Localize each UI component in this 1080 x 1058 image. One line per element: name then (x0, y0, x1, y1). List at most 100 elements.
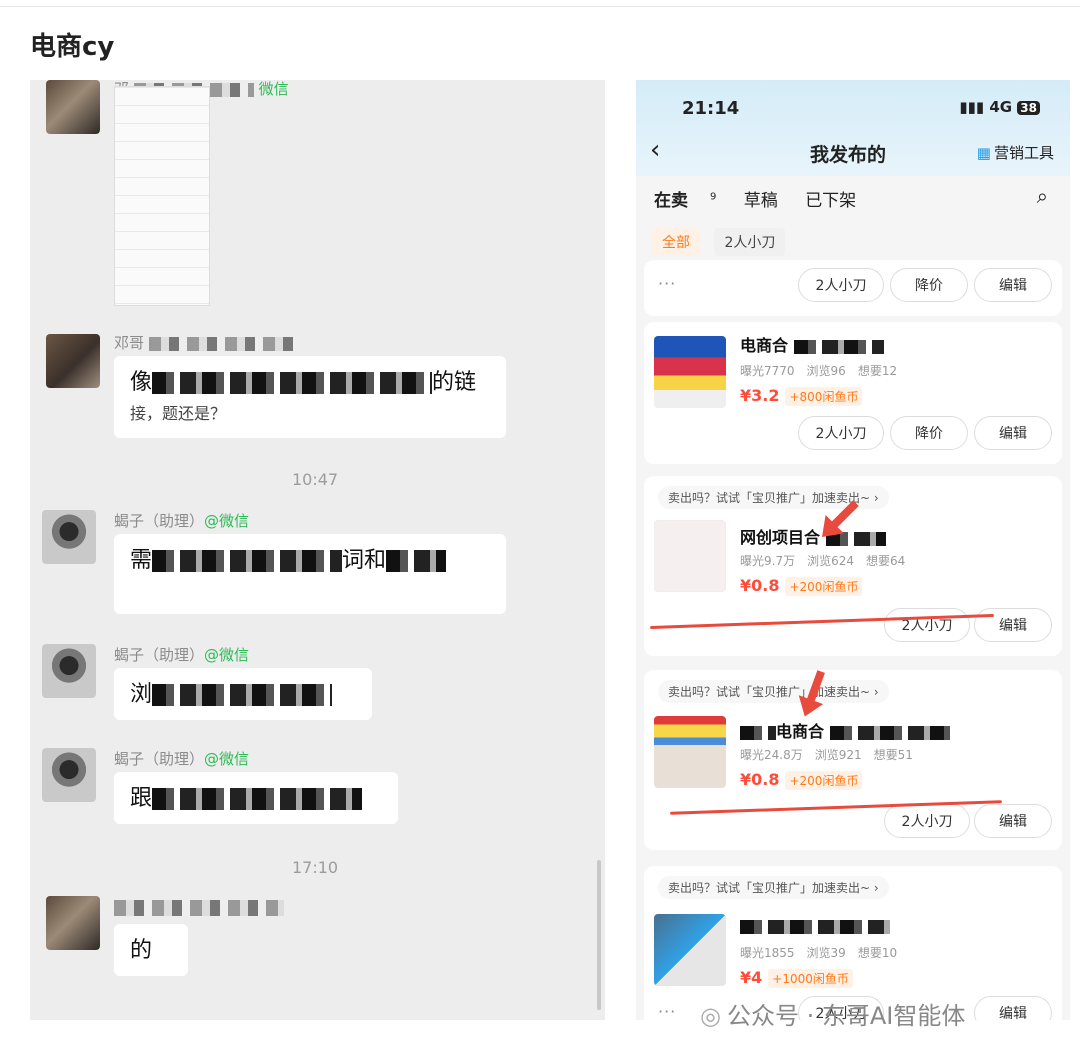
phone-screenshot: 21:14 ▮▮▮ 4G 38 ‹ 我发布的 ▦ 营销工具 在卖 9 草稿 已下架 … (636, 80, 1070, 1020)
message-bubble[interactable]: 跟 (114, 772, 398, 824)
chat-screenshot: 邓 微信 邓哥 像的链 接，题还是？ 10:47 蝎子（助理）@微信 需词和 蝎… (30, 80, 605, 1020)
page-heading: 我发布的 (810, 144, 887, 166)
promotion-hint[interactable]: 卖出吗？试试「宝贝推广」加速卖出~ › (658, 876, 889, 899)
filter-all[interactable]: 全部 (652, 228, 700, 256)
bargain-button[interactable]: 2人小刀 (798, 268, 884, 302)
network-label: 4G (989, 98, 1013, 116)
bargain-button[interactable]: 2人小刀 (884, 608, 970, 642)
product-price: ¥0.8 +200闲鱼币 (740, 576, 863, 596)
listing-card-previous: ··· 2人小刀 降价 编辑 (644, 260, 1062, 316)
chevron-left-icon[interactable]: ‹ (650, 136, 660, 164)
message-text: 需 (130, 548, 153, 573)
battery-icon: 38 (1017, 101, 1040, 115)
listing-card[interactable]: 卖出吗？试试「宝贝推广」加速卖出~ › 电商合 曝光24.8万 浏览921 想要51… (644, 670, 1062, 850)
sender-name-text: 邓哥 (114, 334, 145, 352)
product-stats: 曝光9.7万 浏览624 想要64 (740, 554, 906, 568)
message-bubble[interactable]: 的 (114, 924, 188, 976)
edit-button[interactable]: 编辑 (974, 416, 1052, 450)
message-text: 跟 (130, 786, 153, 811)
avatar (46, 334, 100, 388)
chat-timestamp: 10:47 (292, 470, 339, 489)
product-price: ¥0.8 +200闲鱼币 (740, 770, 863, 790)
marketing-tools-button[interactable]: ▦ 营销工具 (977, 142, 1054, 163)
search-icon[interactable]: ⌕ (1037, 184, 1048, 208)
avatar (42, 748, 96, 802)
product-title (740, 916, 890, 935)
reduce-price-button[interactable]: 降价 (890, 416, 968, 450)
page-title: 电商cy (30, 32, 115, 62)
wechat-tag: @微信 (204, 512, 250, 530)
redacted-mosaic (152, 788, 363, 810)
redacted-mosaic (114, 899, 284, 916)
message-text: 的 (130, 938, 153, 963)
more-icon[interactable]: ··· (658, 1002, 676, 1020)
product-title: 电商合 (740, 718, 950, 742)
edit-button[interactable]: 编辑 (974, 996, 1052, 1020)
filter-chips: 全部 2人小刀 (652, 228, 795, 256)
top-divider (0, 6, 1080, 7)
listing-card[interactable]: 电商合 曝光7770 浏览96 想要12 ¥3.2 +800闲鱼币 2人小刀 降价 编… (644, 322, 1062, 464)
status-indicators: ▮▮▮ 4G 38 (959, 98, 1040, 116)
watermark: ◎ 公众号 · 东哥AI智能体 (700, 1002, 966, 1030)
wechat-tag: @微信 (204, 646, 250, 664)
message-text: 词和 (342, 548, 387, 573)
more-icon[interactable]: ··· (658, 274, 676, 293)
avatar (42, 644, 96, 698)
reduce-price-button[interactable]: 降价 (890, 268, 968, 302)
product-stats: 曝光24.8万 浏览921 想要51 (740, 748, 913, 762)
redacted-mosaic (152, 684, 333, 706)
wechat-official-account-icon: ◎ (700, 1002, 721, 1030)
product-image (654, 520, 726, 592)
message-text: 的链 (432, 370, 477, 395)
tab-delisted[interactable]: 已下架 (805, 191, 856, 211)
sender-name: 蝎子（助理）@微信 (114, 644, 249, 665)
message-text: 像 (130, 370, 153, 395)
edit-button[interactable]: 编辑 (974, 268, 1052, 302)
product-stats: 曝光7770 浏览96 想要12 (740, 364, 898, 378)
listing-tabs: 在卖 9 草稿 已下架 (654, 186, 878, 211)
tab-on-sale[interactable]: 在卖 9 (654, 191, 716, 211)
product-image (654, 716, 726, 788)
image-message-thumbnail[interactable] (114, 86, 210, 306)
product-image (654, 336, 726, 408)
signal-icon: ▮▮▮ (959, 98, 985, 116)
sender-name-text: 蝎子（助理） (114, 750, 205, 768)
wechat-tag: @微信 (204, 750, 250, 768)
sender-name: 蝎子（助理）@微信 (114, 748, 249, 769)
message-bubble[interactable]: 浏 (114, 668, 372, 720)
product-title: 电商合 (740, 332, 884, 356)
message-bubble[interactable]: 像 的链 接，题还是？ (114, 356, 506, 438)
edit-button[interactable]: 编辑 (974, 804, 1052, 838)
avatar (46, 80, 100, 134)
product-price: ¥4 +1000闲鱼币 (740, 968, 853, 988)
grid-icon: ▦ (976, 144, 991, 162)
message-bubble[interactable]: 需 词和 (114, 534, 506, 614)
message-text: 浏 (130, 682, 153, 707)
bargain-button[interactable]: 2人小刀 (884, 804, 970, 838)
sender-name-text: 蝎子（助理） (114, 646, 205, 664)
marketing-tools-label: 营销工具 (993, 144, 1054, 162)
sender-name: 邓哥 (114, 332, 299, 353)
sender-name: 蝎子（助理）@微信 (114, 510, 249, 531)
redacted-mosaic (152, 550, 343, 572)
product-image (654, 914, 726, 986)
chat-scrollbar[interactable] (597, 860, 601, 1010)
bargain-button[interactable]: 2人小刀 (798, 416, 884, 450)
edit-button[interactable]: 编辑 (974, 608, 1052, 642)
message-text-line2: 接，题还是？ (130, 404, 227, 423)
redacted-mosaic (386, 550, 447, 572)
product-stats: 曝光1855 浏览39 想要10 (740, 946, 898, 960)
tab-drafts[interactable]: 草稿 (744, 191, 778, 211)
product-price: ¥3.2 +800闲鱼币 (740, 386, 863, 406)
sender-name-text: 蝎子（助理） (114, 512, 205, 530)
promotion-hint[interactable]: 卖出吗？试试「宝贝推广」加速卖出~ › (658, 680, 889, 703)
status-time: 21:14 (682, 98, 740, 119)
redacted-mosaic (152, 372, 433, 394)
sender-name (114, 898, 284, 916)
avatar (42, 510, 96, 564)
chat-timestamp: 17:10 (292, 858, 339, 877)
redacted-mosaic (148, 336, 299, 351)
avatar (46, 896, 100, 950)
wechat-tag: 微信 (258, 80, 289, 98)
filter-2-people-bargain[interactable]: 2人小刀 (714, 228, 786, 256)
